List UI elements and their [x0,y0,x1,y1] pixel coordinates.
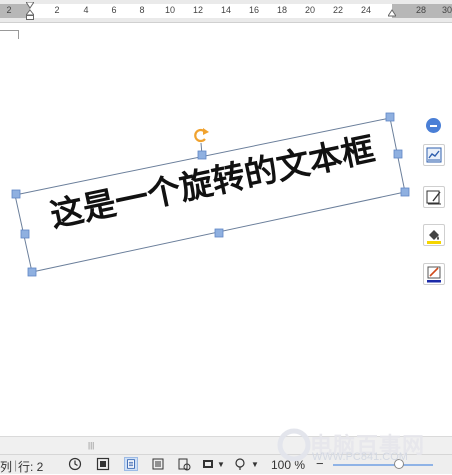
eye-protection-icon[interactable] [233,457,247,471]
line-color-icon [427,266,441,283]
watermark-url: WWW.PC841.COM [312,451,408,463]
revision-history-icon[interactable] [68,457,82,471]
resize-handle-top-left[interactable] [11,189,21,199]
resize-handle-bottom[interactable] [214,228,224,238]
rotate-handle[interactable] [194,128,209,143]
scroll-grip-icon: ||| [88,441,95,450]
fullscreen-icon[interactable] [96,457,110,471]
row-indicator: 行: 2 [18,460,44,474]
textbox-text[interactable]: 这是一个旋转的文本框 [47,129,378,235]
resize-handle-bottom-left[interactable] [27,267,37,277]
resize-handle-bottom-right[interactable] [400,187,410,197]
collapse-toolbar-button[interactable] [426,118,441,133]
resize-handle-top[interactable] [197,150,207,160]
reading-mode-dropdown-icon[interactable]: ▼ [217,460,225,469]
column-indicator: 列 [0,460,13,474]
rotated-textbox[interactable]: 这是一个旋转的文本框 [0,0,452,473]
shape-outline-icon [426,190,441,205]
resize-handle-right[interactable] [393,149,403,159]
fill-color-icon [427,230,441,244]
eye-protection-dropdown-icon[interactable]: ▼ [251,460,259,469]
status-divider: | [14,458,18,472]
outline-view-icon[interactable] [151,457,165,471]
layout-options-button[interactable] [423,144,445,166]
web-layout-icon[interactable] [177,457,191,471]
shape-outline-button[interactable] [423,186,445,208]
fill-color-button[interactable] [423,224,445,246]
line-color-button[interactable] [423,263,445,285]
reading-mode-icon[interactable] [201,457,215,471]
resize-handle-top-right[interactable] [385,112,395,122]
resize-handle-left[interactable] [20,229,30,239]
layout-options-icon [426,147,442,163]
page-view-icon[interactable] [124,457,138,471]
